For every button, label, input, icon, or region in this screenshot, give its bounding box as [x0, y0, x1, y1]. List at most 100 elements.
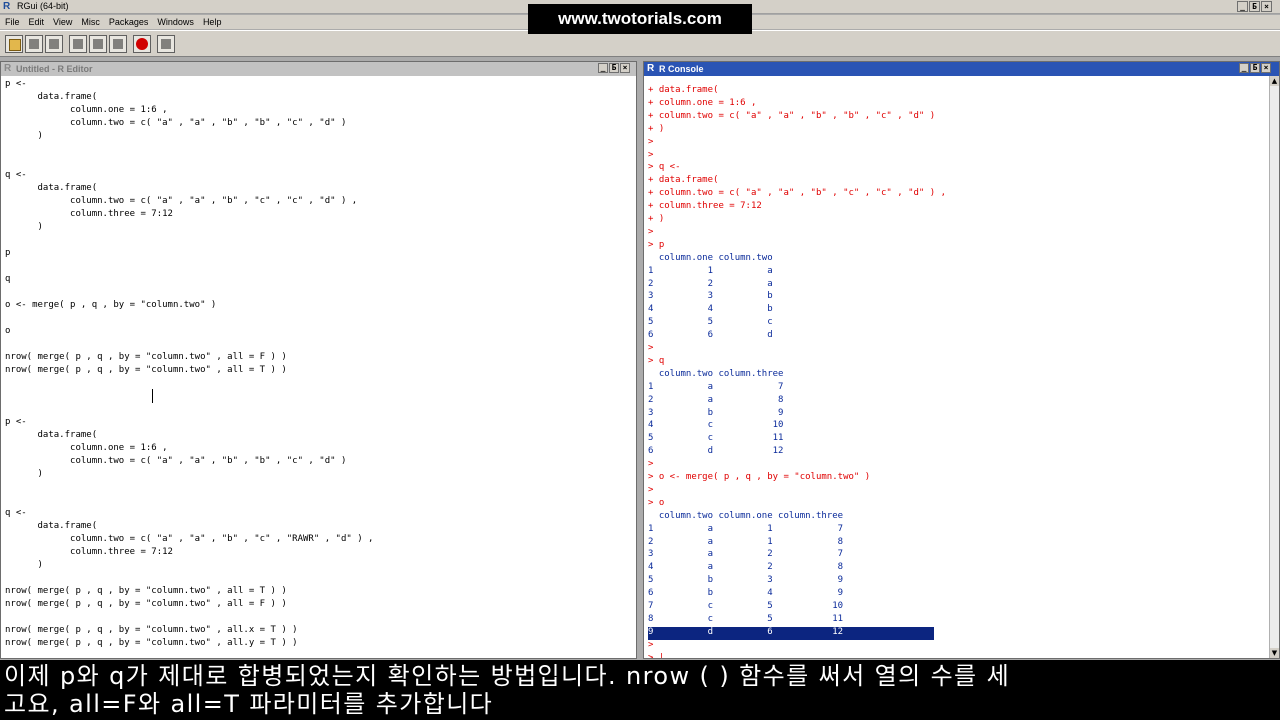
close-button[interactable]: × [1261, 1, 1272, 12]
editor-code-line [5, 234, 636, 247]
console-scrollbar[interactable]: ▲ ▼ [1269, 76, 1279, 658]
editor-code-line: data.frame( [5, 430, 98, 440]
load-workspace-button[interactable] [25, 35, 43, 53]
editor-code-line [5, 143, 636, 156]
editor-code-line [5, 260, 636, 273]
editor-code-line: ) [5, 560, 43, 570]
editor-code-line: ) [5, 222, 43, 232]
toolbar [0, 30, 1280, 57]
minimize-button[interactable]: _ [1237, 1, 1248, 12]
console-line: + column.three = 7:12 [648, 201, 762, 212]
console-selected-line: 9 d 6 12 [648, 626, 934, 640]
editor-code-line [5, 494, 636, 507]
editor-code-line: nrow( merge( p , q , by = "column.two" ,… [5, 638, 298, 648]
restore-button[interactable]: Б [1249, 1, 1260, 12]
stop-button[interactable] [133, 35, 151, 53]
console-line: 4 c 10 [648, 420, 784, 431]
console-line: > [648, 639, 654, 650]
console-title-bar: R R Console [644, 62, 1279, 76]
editor-code-line: nrow( merge( p , q , by = "column.two" ,… [5, 625, 298, 635]
console-minimize-button[interactable]: _ [1239, 63, 1249, 73]
editor-code-line: column.one = 1:6 , [5, 105, 168, 115]
editor-code-line [5, 403, 636, 416]
console-line: > [648, 484, 654, 495]
editor-code-line [5, 377, 636, 390]
console-line: 8 c 5 11 [648, 613, 844, 624]
menu-view[interactable]: View [53, 15, 72, 29]
editor-code-line: column.two = c( "a" , "a" , "b" , "b" , … [5, 118, 347, 128]
console-close-button[interactable]: × [1261, 63, 1271, 73]
menu-packages[interactable]: Packages [109, 15, 149, 29]
editor-code-line [5, 611, 636, 624]
console-line: + data.frame( [648, 85, 719, 95]
menu-misc[interactable]: Misc [81, 15, 100, 29]
editor-code-line: p <- [5, 79, 27, 89]
console-line: 1 a 7 [648, 381, 784, 392]
console-restore-button[interactable]: Б [1250, 63, 1260, 73]
editor-code-line: data.frame( [5, 92, 98, 102]
subtitle-line-2: 고요, all=F와 all=T 파라미터를 추가합니다 [4, 690, 494, 718]
console-line: 2 a 1 8 [648, 536, 844, 547]
r-logo-icon: R [647, 63, 655, 74]
scroll-down-icon[interactable]: ▼ [1270, 648, 1279, 658]
editor-code-line: o [5, 326, 11, 336]
console-window-controls: _ Б × [1239, 63, 1271, 73]
console-line: > | [648, 652, 665, 659]
editor-code-line [5, 338, 636, 351]
editor-minimize-button[interactable]: _ [598, 63, 608, 73]
editor-code-line: column.two = c( "a" , "a" , "b" , "c" , … [5, 196, 358, 206]
print-button[interactable] [157, 35, 175, 53]
console-line: 3 b 9 [648, 407, 784, 418]
console-line: 4 4 b [648, 304, 773, 315]
copy-button[interactable] [69, 35, 87, 53]
editor-close-button[interactable]: × [620, 63, 630, 73]
rgui-app: R RGui (64-bit) _ Б × File Edit View Mis… [0, 0, 1280, 720]
open-script-button[interactable] [5, 35, 23, 53]
menu-edit[interactable]: Edit [29, 15, 45, 29]
copy-paste-button[interactable] [109, 35, 127, 53]
editor-code-line: o <- merge( p , q , by = "column.two" ) [5, 300, 217, 310]
editor-code-line: nrow( merge( p , q , by = "column.two" ,… [5, 586, 287, 596]
editor-code-line: column.two = c( "a" , "a" , "b" , "b" , … [5, 456, 347, 466]
console-line: + ) [648, 123, 665, 134]
console-line: 2 a 8 [648, 394, 784, 405]
editor-window-controls: _ Б × [598, 63, 630, 73]
console-line: 6 6 d [648, 330, 773, 341]
window-controls: _ Б × [1237, 1, 1272, 12]
editor-text-area[interactable]: p <- data.frame( column.one = 1:6 , colu… [5, 78, 636, 658]
editor-code-line: data.frame( [5, 521, 98, 531]
console-line: > q <- [648, 162, 681, 173]
menu-help[interactable]: Help [203, 15, 222, 29]
subtitle-caption: 이제 p와 q가 제대로 합병되었는지 확인하는 방법입니다. nrow ( )… [0, 660, 1280, 720]
editor-title: Untitled - R Editor [16, 64, 93, 74]
watermark: www.twotorials.com [528, 4, 752, 34]
console-line: 1 1 a [648, 265, 773, 276]
console-line: column.one column.two [648, 252, 773, 263]
editor-title-bar: R Untitled - R Editor [1, 62, 636, 76]
editor-code-line: q <- [5, 508, 27, 518]
editor-code-line: data.frame( [5, 183, 98, 193]
console-line: > [648, 343, 654, 353]
console-line: 5 b 3 9 [648, 575, 844, 586]
editor-code-line [5, 156, 636, 169]
editor-code-line: p [5, 248, 11, 258]
editor-code-line: column.two = c( "a" , "a" , "b" , "c" , … [5, 534, 374, 544]
console-line: 5 5 c [648, 317, 773, 328]
console-line: + column.one = 1:6 , [648, 97, 757, 108]
menu-file[interactable]: File [5, 15, 20, 29]
console-line: > [648, 226, 654, 237]
console-line: + ) [648, 214, 665, 224]
window-title: RGui (64-bit) [17, 1, 69, 11]
paste-button[interactable] [89, 35, 107, 53]
console-line: 4 a 2 8 [648, 562, 844, 573]
save-workspace-button[interactable] [45, 35, 63, 53]
console-line: + data.frame( [648, 175, 719, 186]
menu-windows[interactable]: Windows [157, 15, 194, 29]
editor-code-line [5, 481, 636, 494]
scroll-up-icon[interactable]: ▲ [1270, 76, 1279, 86]
console-line: column.two column.three [648, 368, 784, 379]
editor-restore-button[interactable]: Б [609, 63, 619, 73]
editor-code-line [5, 650, 636, 658]
console-title: R Console [659, 64, 704, 74]
console-line: > o [648, 497, 665, 508]
